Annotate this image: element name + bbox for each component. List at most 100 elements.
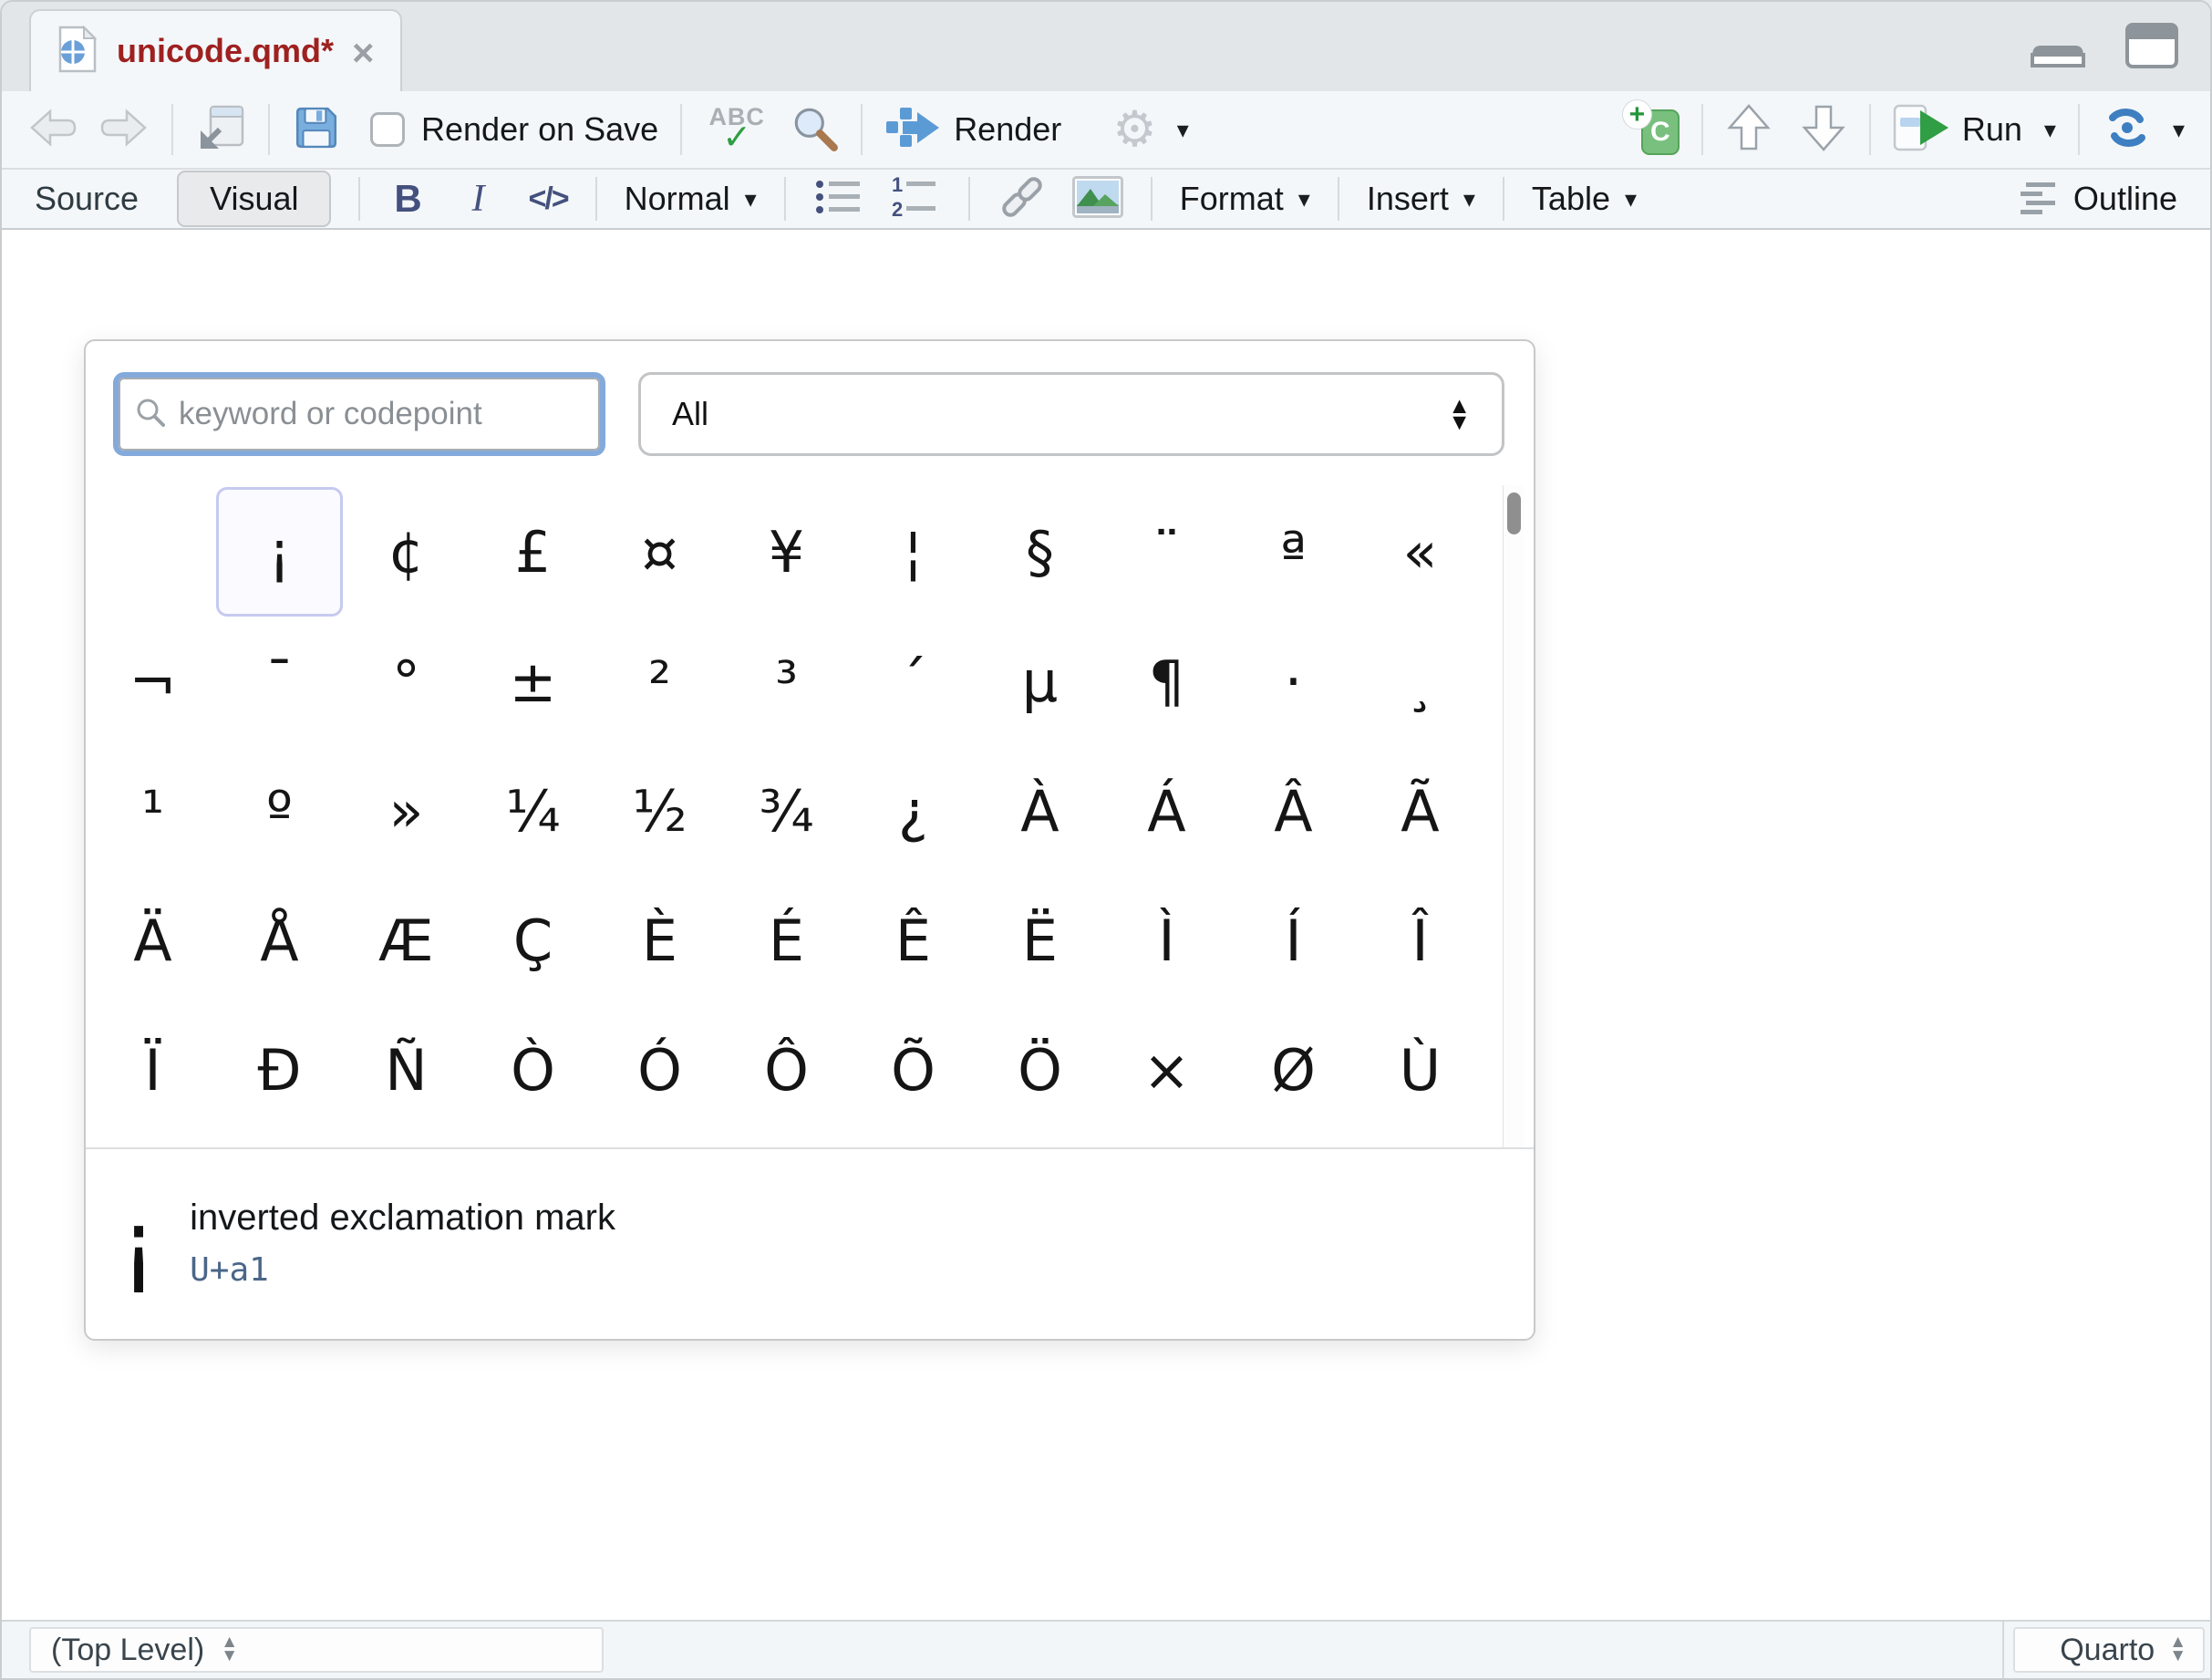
- char-cell[interactable]: Ã: [1357, 746, 1483, 876]
- image-icon[interactable]: [1072, 175, 1123, 223]
- go-to-next-chunk-icon[interactable]: [1800, 102, 1847, 158]
- visual-mode-button[interactable]: Visual: [177, 171, 331, 227]
- forward-icon[interactable]: [95, 106, 150, 154]
- char-cell[interactable]: Ð: [216, 1005, 343, 1135]
- char-cell[interactable]: ¾: [723, 746, 850, 876]
- char-cell[interactable]: ¤: [596, 487, 723, 617]
- char-cell[interactable]: ¿: [850, 746, 977, 876]
- char-cell[interactable]: »: [343, 746, 470, 876]
- char-cell[interactable]: Â: [1230, 746, 1357, 876]
- editor-canvas[interactable]: All ▲ ▼ ¡¢£¤¥¦§¨ª« ¬¯°±²³´µ¶·¸ ¹º»¼½¾¿ÀÁÂÃ…: [2, 230, 2210, 1620]
- char-cell[interactable]: È: [596, 876, 723, 1005]
- rerun-menu-caret-icon[interactable]: ▾: [2173, 118, 2185, 141]
- char-cell[interactable]: ¹: [89, 746, 216, 876]
- char-cell[interactable]: ¸: [1357, 617, 1483, 746]
- char-cell[interactable]: ª: [1230, 487, 1357, 617]
- char-cell[interactable]: Ò: [470, 1005, 596, 1135]
- run-button[interactable]: Run: [1962, 110, 2022, 149]
- char-cell[interactable]: ¬: [89, 617, 216, 746]
- outline-toggle[interactable]: Outline: [2021, 180, 2177, 218]
- char-cell[interactable]: À: [977, 746, 1103, 876]
- char-cell[interactable]: ²: [596, 617, 723, 746]
- char-cell[interactable]: ¨: [1103, 487, 1230, 617]
- char-cell[interactable]: £: [470, 487, 596, 617]
- char-cell-empty[interactable]: [89, 487, 216, 617]
- insert-menu[interactable]: Insert ▾: [1367, 180, 1475, 218]
- bold-button[interactable]: B: [388, 177, 428, 221]
- link-icon[interactable]: [997, 172, 1047, 226]
- char-cell[interactable]: §: [977, 487, 1103, 617]
- char-cell[interactable]: ³: [723, 617, 850, 746]
- grid-scrollbar-thumb[interactable]: [1507, 493, 1521, 534]
- numbered-list-icon[interactable]: 1 2: [890, 176, 941, 223]
- italic-button[interactable]: I: [462, 177, 493, 221]
- grid-scrollbar[interactable]: [1503, 485, 1525, 1147]
- char-cell[interactable]: É: [723, 876, 850, 1005]
- open-in-new-window-icon[interactable]: [195, 103, 246, 157]
- char-cell[interactable]: Å: [216, 876, 343, 1005]
- char-cell[interactable]: Æ: [343, 876, 470, 1005]
- char-cell[interactable]: Ô: [723, 1005, 850, 1135]
- scope-selector[interactable]: (Top Level) ▲ ▼: [29, 1627, 604, 1673]
- char-cell[interactable]: Ñ: [343, 1005, 470, 1135]
- char-cell[interactable]: ´: [850, 617, 977, 746]
- char-cell[interactable]: ¶: [1103, 617, 1230, 746]
- paragraph-style-select[interactable]: Normal ▾: [625, 180, 757, 218]
- char-cell[interactable]: Ø: [1230, 1005, 1357, 1135]
- char-cell[interactable]: Î: [1357, 876, 1483, 1005]
- char-cell[interactable]: ¡: [216, 487, 343, 617]
- insert-chunk-icon[interactable]: C+: [1623, 100, 1680, 159]
- char-cell[interactable]: ½: [596, 746, 723, 876]
- char-cell[interactable]: Í: [1230, 876, 1357, 1005]
- format-menu[interactable]: Format ▾: [1180, 180, 1310, 218]
- category-select[interactable]: All ▲ ▼: [638, 372, 1504, 456]
- char-cell[interactable]: «: [1357, 487, 1483, 617]
- search-input[interactable]: [179, 396, 584, 432]
- char-cell[interactable]: ×: [1103, 1005, 1230, 1135]
- code-button[interactable]: </>: [528, 181, 567, 217]
- find-replace-icon[interactable]: [790, 103, 839, 157]
- char-cell[interactable]: Ä: [89, 876, 216, 1005]
- render-button[interactable]: Render: [954, 110, 1061, 149]
- table-menu[interactable]: Table ▾: [1532, 180, 1637, 218]
- char-cell[interactable]: Ì: [1103, 876, 1230, 1005]
- char-cell[interactable]: ¼: [470, 746, 596, 876]
- render-on-save-checkbox[interactable]: [370, 112, 405, 147]
- char-cell[interactable]: Ù: [1357, 1005, 1483, 1135]
- back-icon[interactable]: [27, 106, 82, 154]
- editor-tab-unicode-qmd[interactable]: unicode.qmd* ×: [29, 9, 402, 91]
- char-cell[interactable]: Ç: [470, 876, 596, 1005]
- bullet-list-icon[interactable]: [813, 176, 864, 223]
- render-options-gear-icon[interactable]: ⚙: [1112, 105, 1156, 154]
- search-field: [113, 372, 605, 456]
- run-menu-caret-icon[interactable]: ▾: [2044, 118, 2056, 141]
- char-cell[interactable]: Ë: [977, 876, 1103, 1005]
- run-icon[interactable]: [1893, 104, 1951, 156]
- rerun-icon[interactable]: [2102, 104, 2153, 156]
- char-cell[interactable]: Ï: [89, 1005, 216, 1135]
- char-cell[interactable]: µ: [977, 617, 1103, 746]
- char-cell[interactable]: Ê: [850, 876, 977, 1005]
- char-cell[interactable]: ·: [1230, 617, 1357, 746]
- char-cell[interactable]: Ö: [977, 1005, 1103, 1135]
- char-cell[interactable]: Á: [1103, 746, 1230, 876]
- char-cell[interactable]: ¢: [343, 487, 470, 617]
- char-cell[interactable]: ¦: [850, 487, 977, 617]
- maximize-pane-icon[interactable]: [2124, 22, 2179, 74]
- source-mode-button[interactable]: Source: [35, 180, 139, 218]
- render-icon[interactable]: [884, 106, 941, 154]
- save-icon[interactable]: [292, 103, 341, 157]
- char-cell[interactable]: ¯: [216, 617, 343, 746]
- tab-close-icon[interactable]: ×: [352, 34, 375, 72]
- spellcheck-icon[interactable]: ABC ✓: [704, 108, 770, 151]
- minimize-pane-icon[interactable]: [2028, 42, 2088, 74]
- language-mode-selector[interactable]: Quarto ▲ ▼: [2013, 1627, 2205, 1673]
- char-cell[interactable]: Ó: [596, 1005, 723, 1135]
- char-cell[interactable]: °: [343, 617, 470, 746]
- char-cell[interactable]: ±: [470, 617, 596, 746]
- char-cell[interactable]: ¥: [723, 487, 850, 617]
- char-cell[interactable]: Õ: [850, 1005, 977, 1135]
- go-to-previous-chunk-icon[interactable]: [1725, 102, 1773, 158]
- char-cell[interactable]: º: [216, 746, 343, 876]
- render-options-caret-icon[interactable]: ▾: [1177, 118, 1189, 141]
